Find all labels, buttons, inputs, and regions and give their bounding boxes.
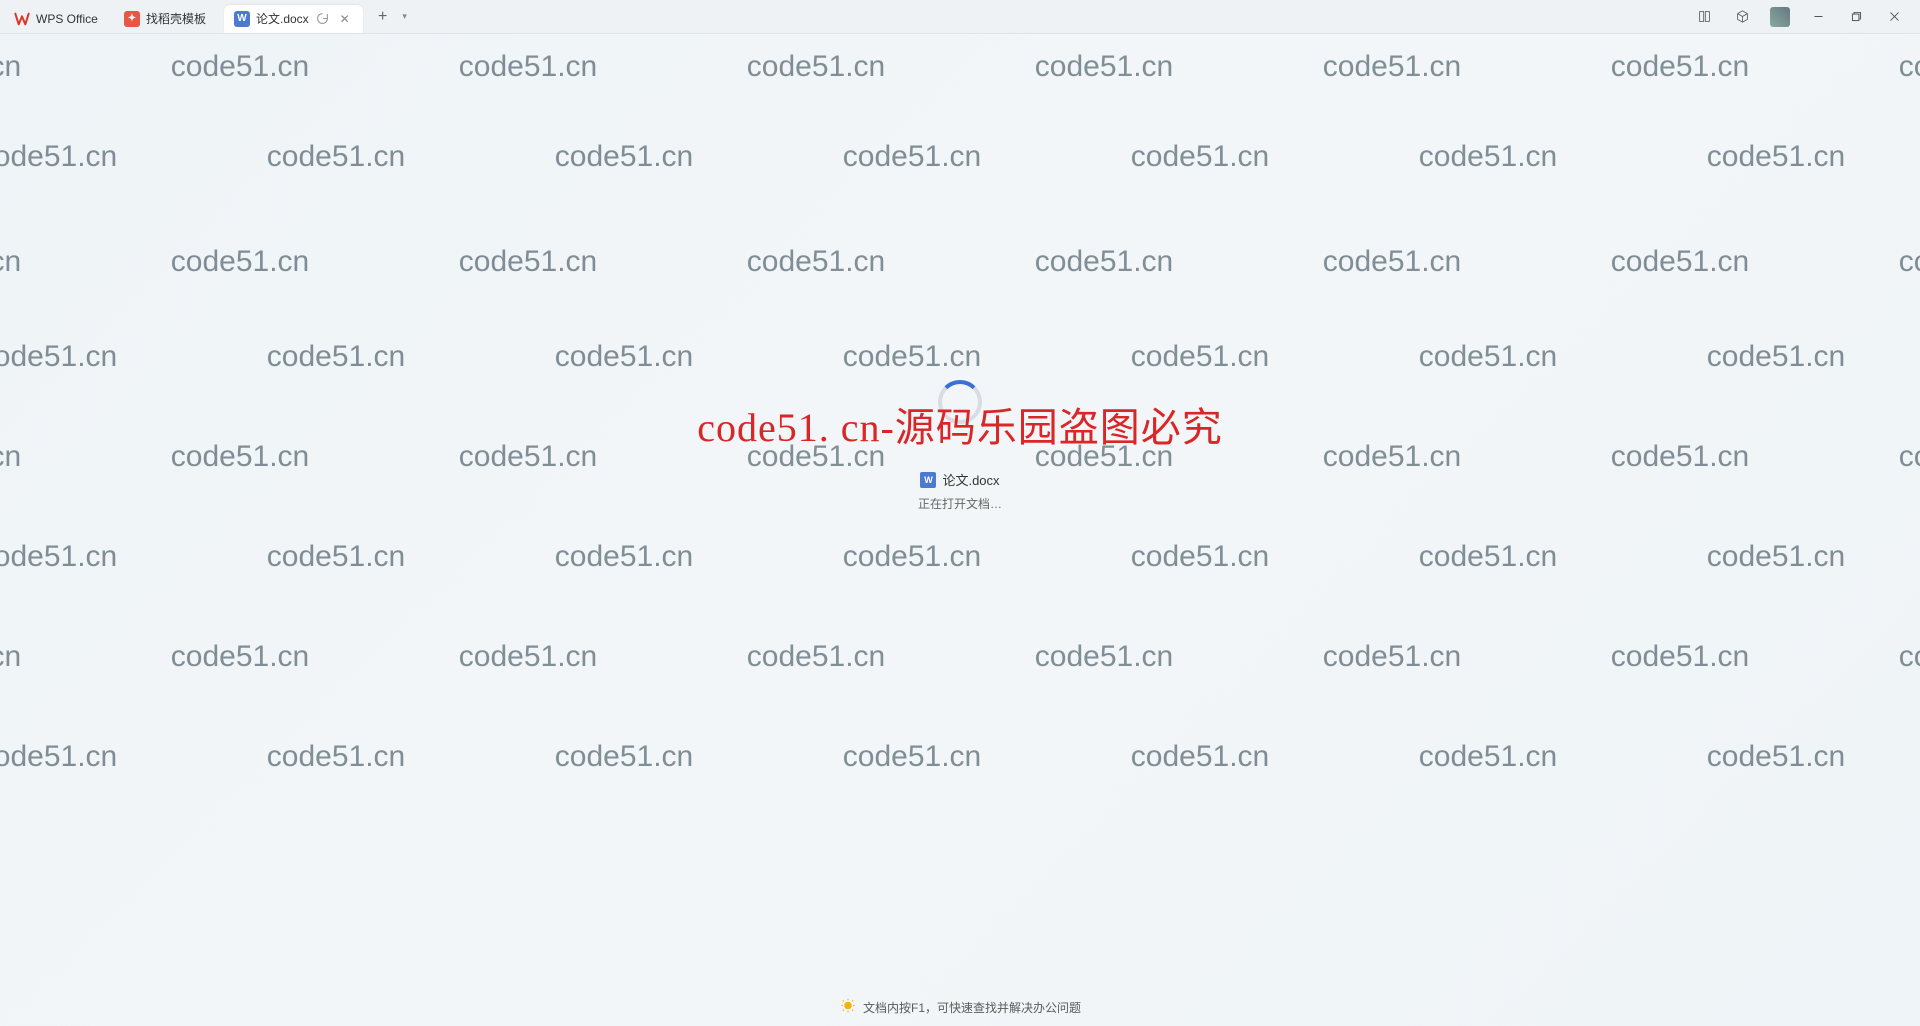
tip-text: 文档内按F1，可快速查找并解决办公问题 xyxy=(863,999,1081,1016)
watermark-text: code51.cn xyxy=(1419,540,1557,574)
tab-label: 找稻壳模板 xyxy=(146,10,214,27)
watermark-text: code51.cn xyxy=(747,50,885,84)
watermark-text: code51.cn xyxy=(1707,740,1845,774)
tab-wps-home[interactable]: WPS Office xyxy=(4,5,114,33)
window-controls xyxy=(1686,2,1912,32)
watermark-text: code51.cn xyxy=(843,740,981,774)
watermark-text: code51.cn xyxy=(267,140,405,174)
watermark-text: code51.cn xyxy=(1035,440,1173,474)
watermark-text: code51.cn xyxy=(0,50,21,84)
watermark-text: code51.cn xyxy=(1323,245,1461,279)
avatar-icon xyxy=(1770,7,1790,27)
watermark-text: code51.cn xyxy=(459,50,597,84)
tab-templates[interactable]: ✦ 找稻壳模板 xyxy=(114,5,224,33)
watermark-text: code51.cn xyxy=(1131,140,1269,174)
watermark-text: code51.cn xyxy=(0,340,117,374)
watermark-text: code51.cn xyxy=(1899,440,1920,474)
close-tab-icon[interactable]: ✕ xyxy=(337,11,353,27)
cube-menu-button[interactable] xyxy=(1724,2,1760,32)
watermark-text: code51.cn xyxy=(1611,440,1749,474)
tab-document-active[interactable]: W 论文.docx ✕ xyxy=(224,5,363,33)
watermark-text: code51.cn xyxy=(459,640,597,674)
watermark-text: code51.cn xyxy=(171,440,309,474)
new-tab-button[interactable]: + xyxy=(369,3,397,31)
watermark-text: code51.cn xyxy=(1419,340,1557,374)
tab-label: WPS Office xyxy=(36,12,104,26)
titlebar: WPS Office ✦ 找稻壳模板 W 论文.docx ✕ + ▾ xyxy=(0,0,1920,34)
watermark-text: code51.cn xyxy=(1899,50,1920,84)
watermark-text: code51.cn xyxy=(1131,340,1269,374)
chevron-down-icon: ▾ xyxy=(402,11,407,22)
watermark-text: code51.cn xyxy=(0,540,117,574)
watermark-text: code51.cn xyxy=(1707,140,1845,174)
watermark-text: code51.cn xyxy=(0,245,21,279)
wps-logo-icon xyxy=(14,11,30,27)
window-close-button[interactable] xyxy=(1876,2,1912,32)
watermark-text: code51.cn xyxy=(1707,540,1845,574)
watermark-text: code51.cn xyxy=(747,245,885,279)
watermark-text: code51.cn xyxy=(171,245,309,279)
watermark-text: code51.cn xyxy=(1323,440,1461,474)
window-minimize-button[interactable] xyxy=(1800,2,1836,32)
watermark-text: code51.cn xyxy=(1899,640,1920,674)
loading-filename: 论文.docx xyxy=(942,470,999,489)
watermark-text: code51.cn xyxy=(843,540,981,574)
watermark-text: code51.cn xyxy=(747,640,885,674)
tab-strip: WPS Office ✦ 找稻壳模板 W 论文.docx ✕ + ▾ xyxy=(4,0,413,33)
word-doc-icon: W xyxy=(920,472,936,488)
sync-status-icon[interactable] xyxy=(315,11,331,27)
loading-indicator: W 论文.docx 正在打开文档… xyxy=(918,380,1002,512)
watermark-text: code51.cn xyxy=(459,440,597,474)
watermark-text: code51.cn xyxy=(1707,340,1845,374)
loading-status-text: 正在打开文档… xyxy=(918,495,1002,512)
watermark-text: code51.cn xyxy=(267,740,405,774)
watermark-text: code51.cn xyxy=(1899,245,1920,279)
watermark-text: code51.cn xyxy=(1131,740,1269,774)
layout-toggle-button[interactable] xyxy=(1686,2,1722,32)
loading-filename-row: W 论文.docx xyxy=(920,470,999,489)
watermark-text: code51.cn xyxy=(747,440,885,474)
watermark-text: code51.cn xyxy=(843,340,981,374)
plus-icon: + xyxy=(378,8,387,26)
watermark-text: code51.cn xyxy=(555,540,693,574)
watermark-text: code51.cn xyxy=(171,640,309,674)
watermark-text: code51.cn xyxy=(0,640,21,674)
watermark-text: code51.cn xyxy=(0,440,21,474)
word-doc-icon: W xyxy=(234,11,250,27)
bottom-tip: 文档内按F1，可快速查找并解决办公问题 xyxy=(839,998,1081,1016)
watermark-text: code51.cn xyxy=(1419,140,1557,174)
watermark-text: code51.cn xyxy=(555,140,693,174)
watermark-text: code51.cn xyxy=(1035,640,1173,674)
watermark-text: code51.cn xyxy=(1611,245,1749,279)
watermark-text: code51.cn xyxy=(0,740,117,774)
watermark-text: code51.cn xyxy=(171,50,309,84)
watermark-text: code51.cn xyxy=(843,140,981,174)
watermark-text: code51.cn xyxy=(0,140,117,174)
watermark-text: code51.cn xyxy=(1323,50,1461,84)
spinner-icon xyxy=(938,380,982,424)
watermark-text: code51.cn xyxy=(1611,640,1749,674)
watermark-text: code51.cn xyxy=(1035,50,1173,84)
watermark-text: code51.cn xyxy=(459,245,597,279)
watermark-text: code51.cn xyxy=(267,540,405,574)
user-avatar-button[interactable] xyxy=(1762,2,1798,32)
tab-label: 论文.docx xyxy=(256,10,309,27)
watermark-text: code51.cn xyxy=(555,740,693,774)
new-tab-dropdown[interactable]: ▾ xyxy=(397,3,413,31)
window-maximize-button[interactable] xyxy=(1838,2,1874,32)
watermark-layer: code51.cn code51.cn code51.cn code51.cn code… xyxy=(0,0,1920,1026)
lightbulb-icon xyxy=(839,998,857,1016)
watermark-text: code51.cn xyxy=(1419,740,1557,774)
watermark-text: code51.cn xyxy=(1035,245,1173,279)
watermark-text: code51.cn xyxy=(555,340,693,374)
watermark-text: code51.cn xyxy=(1131,540,1269,574)
watermark-text: code51.cn xyxy=(1323,640,1461,674)
watermark-text: code51.cn xyxy=(267,340,405,374)
watermark-text: code51.cn xyxy=(1611,50,1749,84)
template-icon: ✦ xyxy=(124,11,140,27)
